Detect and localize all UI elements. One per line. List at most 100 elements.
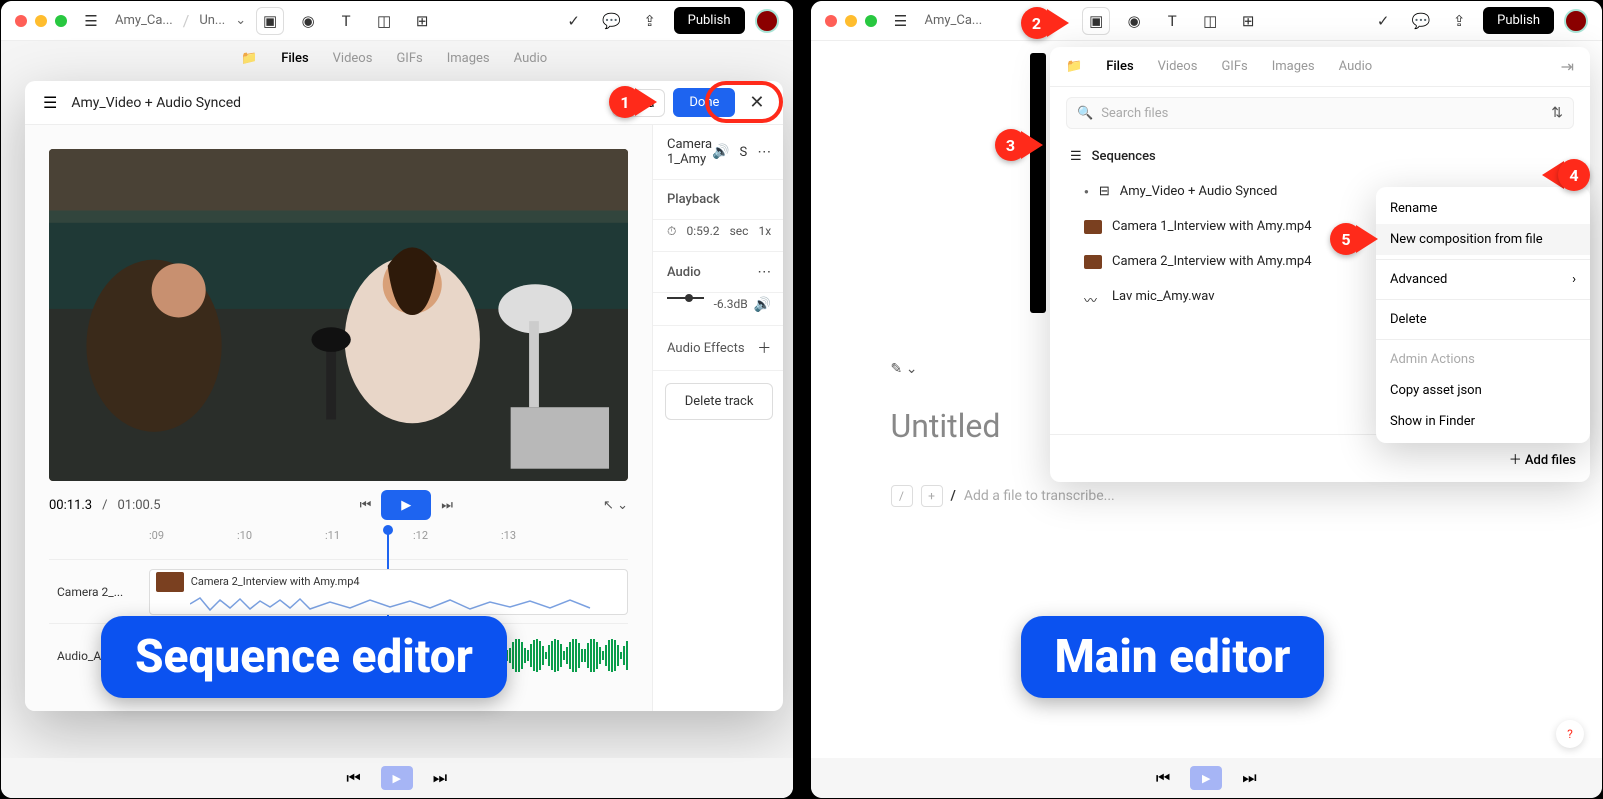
record-icon[interactable]: ◉ <box>1120 7 1148 35</box>
status-check-icon[interactable]: ✓ <box>560 7 588 35</box>
tab-gifs[interactable]: GIFs <box>1221 59 1247 74</box>
breadcrumb-chevron-icon[interactable]: ⌄ <box>235 13 246 28</box>
project-browser-icon[interactable]: ☰ <box>887 7 915 35</box>
files-panel-tabs: 📁 Files Videos GIFs Images Audio ⇥ <box>1050 47 1590 87</box>
record-icon[interactable]: ◉ <box>294 7 322 35</box>
track-properties-sidebar: Camera 1_Amy 🔊 S ⋯ Playback ⏱ 0:59.2 sec… <box>652 125 783 711</box>
comment-icon[interactable]: 💬 <box>1407 7 1435 35</box>
text-tool-icon[interactable]: T <box>1158 7 1186 35</box>
comment-icon[interactable]: 💬 <box>598 7 626 35</box>
folder-icon: 📁 <box>1066 59 1082 74</box>
tab-videos[interactable]: Videos <box>1158 59 1198 74</box>
timeline-ruler[interactable]: :09 :10 :11 :12 :13 <box>49 529 628 559</box>
skip-forward-small-icon[interactable]: ⏭ <box>433 768 447 788</box>
ctx-rename[interactable]: Rename <box>1376 193 1590 224</box>
done-button[interactable]: Done <box>673 88 735 117</box>
search-placeholder: Search files <box>1101 106 1168 121</box>
insert-row[interactable]: / + / Add a file to transcribe... <box>891 485 1603 507</box>
minimize-window-icon[interactable] <box>35 15 47 27</box>
audio-track[interactable]: Audio_Amy document.write(Array.from({len… <box>49 623 628 687</box>
video-track[interactable]: Camera 2_... Camera 2_Interview with Amy… <box>49 559 628 623</box>
sequences-icon: ☰ <box>1070 149 1082 164</box>
project-browser-icon[interactable]: ☰ <box>77 7 105 35</box>
skip-back-small-icon[interactable]: ⏮ <box>346 768 360 788</box>
collapse-panel-icon[interactable]: ⇥ <box>1561 57 1574 76</box>
breadcrumb-project[interactable]: Amy_Ca... <box>115 13 173 28</box>
insert-hint: Add a file to transcribe... <box>964 488 1115 504</box>
close-window-icon[interactable] <box>15 15 27 27</box>
plus-insert-icon[interactable]: + <box>921 485 943 507</box>
audio-effects-row[interactable]: Audio Effects ＋ <box>653 326 783 371</box>
media-panel-icon[interactable]: ▣ <box>1082 7 1110 35</box>
publish-button[interactable]: Publish <box>674 7 745 34</box>
audio-header-row: Audio ⋯ <box>653 252 783 293</box>
solo-toggle[interactable]: S <box>740 145 748 160</box>
minimize-window-icon[interactable] <box>845 15 857 27</box>
apps-grid-icon[interactable]: ⊞ <box>408 7 436 35</box>
track-label-audio: Audio_Amy <box>49 649 149 663</box>
breadcrumb-doc[interactable]: Un... <box>199 13 225 28</box>
audio-clip-meta: er from 2020 <box>149 674 221 685</box>
play-small-button[interactable]: ▶ <box>1190 766 1222 790</box>
playback-values: ⏱ 0:59.2 sec 1x <box>653 220 783 252</box>
volume-icon[interactable]: 🔊 <box>712 144 729 160</box>
audio-waveform[interactable]: document.write(Array.from({length:160},(… <box>149 636 628 676</box>
publish-button[interactable]: Publish <box>1483 7 1554 34</box>
text-tool-icon[interactable]: T <box>332 7 360 35</box>
folder-icon: 📁 <box>241 51 257 66</box>
selected-track-name: Camera 1_Amy <box>667 137 712 167</box>
shapes-icon[interactable]: ◫ <box>370 7 398 35</box>
ctx-advanced[interactable]: Advanced› <box>1376 264 1590 295</box>
skip-forward-small-icon[interactable]: ⏭ <box>1242 768 1256 788</box>
annotation-arrow-3: 3 <box>995 129 1043 161</box>
play-button[interactable]: ▶ <box>381 490 431 520</box>
duration-value[interactable]: 0:59.2 <box>686 224 719 239</box>
slash-command-icon[interactable]: / <box>891 485 913 507</box>
breadcrumb-project[interactable]: Amy_Ca... <box>925 13 983 28</box>
ctx-copy-json[interactable]: Copy asset json <box>1376 375 1590 406</box>
skip-back-icon[interactable]: ⏮ <box>360 498 372 513</box>
user-avatar[interactable] <box>1564 9 1588 33</box>
skip-forward-icon[interactable]: ⏭ <box>441 498 453 513</box>
maximize-window-icon[interactable] <box>55 15 67 27</box>
tab-audio[interactable]: Audio <box>1339 59 1372 74</box>
delete-track-button[interactable]: Delete track <box>665 383 773 420</box>
share-icon[interactable]: ⇪ <box>1445 7 1473 35</box>
sequences-header[interactable]: ☰ Sequences <box>1050 139 1590 174</box>
close-window-icon[interactable] <box>825 15 837 27</box>
filter-icon[interactable]: ⇅ <box>1551 105 1563 121</box>
video-preview[interactable] <box>49 149 628 481</box>
modal-body: 00:11.3 / 01:00.5 ⏮ ▶ ⏭ ↖ ⌄ :09 :10 :11 … <box>25 125 783 711</box>
playback-rate[interactable]: 1x <box>759 224 772 239</box>
ctx-delete[interactable]: Delete <box>1376 304 1590 335</box>
share-icon[interactable]: ⇪ <box>636 7 664 35</box>
close-modal-icon[interactable]: ✕ <box>749 92 764 113</box>
play-small-button[interactable]: ▶ <box>381 766 413 790</box>
skip-back-small-icon[interactable]: ⏮ <box>1156 768 1170 788</box>
modal-title: Amy_Video + Audio Synced <box>71 95 241 111</box>
track-name-row: Camera 1_Amy 🔊 S ⋯ <box>653 125 783 180</box>
maximize-window-icon[interactable] <box>865 15 877 27</box>
tab-images[interactable]: Images <box>1272 59 1315 74</box>
ctx-show-finder[interactable]: Show in Finder <box>1376 406 1590 437</box>
cursor-tool-icon[interactable]: ↖ ⌄ <box>603 498 628 513</box>
annotation-arrow-1: 1 <box>609 86 657 118</box>
more-options-icon[interactable]: ⋯ <box>757 144 771 160</box>
shapes-icon[interactable]: ◫ <box>1196 7 1224 35</box>
record-floating-button[interactable]: ? <box>1556 720 1584 748</box>
status-check-icon[interactable]: ✓ <box>1369 7 1397 35</box>
timeline-tracks: Camera 2_... Camera 2_Interview with Amy… <box>49 559 628 687</box>
user-avatar[interactable] <box>755 9 779 33</box>
audio-more-icon[interactable]: ⋯ <box>757 264 771 280</box>
track-label-video: Camera 2_... <box>49 585 149 599</box>
video-clip[interactable]: Camera 2_Interview with Amy.mp4 <box>149 569 628 615</box>
add-effect-icon[interactable]: ＋ <box>757 338 771 358</box>
ctx-new-composition[interactable]: New composition from file <box>1376 224 1590 255</box>
search-files-input[interactable]: 🔍 Search files ⇅ <box>1066 97 1574 129</box>
gain-value[interactable]: -6.3dB <box>714 297 748 313</box>
apps-grid-icon[interactable]: ⊞ <box>1234 7 1262 35</box>
speaker-icon[interactable]: 🔊 <box>754 297 771 313</box>
media-panel-icon[interactable]: ▣ <box>256 7 284 35</box>
video-thumbnail-icon <box>1084 255 1102 269</box>
tab-files[interactable]: Files <box>1106 59 1133 74</box>
